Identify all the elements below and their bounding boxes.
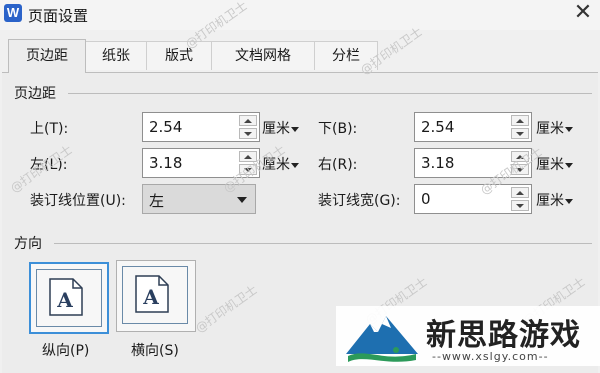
mountain-logo-icon <box>344 310 420 368</box>
right-unit-dropdown[interactable]: 厘米 <box>536 154 573 174</box>
brand-watermark: 新思路游戏 --www.xslgy.com-- <box>336 306 600 366</box>
portrait-label[interactable]: 纵向(P) <box>42 340 89 360</box>
close-icon[interactable]: ✕ <box>572 2 594 24</box>
gutter-position-select[interactable]: 左 <box>142 184 256 214</box>
gutter-width-spinner[interactable]: 0 <box>414 184 532 214</box>
caret-down-icon <box>291 126 299 132</box>
left-unit-dropdown[interactable]: 厘米 <box>262 154 299 174</box>
chevron-down-icon <box>237 197 247 203</box>
dialog-title: 页面设置 <box>28 7 89 25</box>
gutter-width-value[interactable]: 0 <box>421 190 431 208</box>
gutter-width-label: 装订线宽(G): <box>318 193 401 209</box>
spin-down-icon[interactable] <box>511 200 529 211</box>
right-margin-value[interactable]: 3.18 <box>421 154 454 172</box>
spin-down-icon[interactable] <box>239 164 257 175</box>
unit-label: 厘米 <box>262 157 290 173</box>
right-margin-spinner[interactable]: 3.18 <box>414 148 532 178</box>
unit-label: 厘米 <box>536 121 564 137</box>
bottom-margin-label: 下(B): <box>318 121 358 137</box>
spin-up-icon[interactable] <box>511 151 529 162</box>
unit-label: 厘米 <box>262 121 290 137</box>
portrait-page-icon: A <box>49 278 83 316</box>
landscape-option[interactable]: A <box>116 260 196 332</box>
landscape-label[interactable]: 横向(S) <box>131 340 179 360</box>
wps-writer-icon: W <box>4 4 22 22</box>
top-margin-label: 上(T): <box>30 121 69 137</box>
spin-up-icon[interactable] <box>511 187 529 198</box>
tab-columns[interactable]: 分栏 <box>314 41 378 70</box>
page-letter: A <box>142 285 159 309</box>
orientation-group-title: 方向 <box>14 236 42 252</box>
bottom-margin-value[interactable]: 2.54 <box>421 118 454 136</box>
brand-name: 新思路游戏 <box>426 318 581 353</box>
spin-up-icon[interactable] <box>239 115 257 126</box>
unit-label: 厘米 <box>536 157 564 173</box>
spin-down-icon[interactable] <box>511 164 529 175</box>
tab-margins[interactable]: 页边距 <box>8 39 86 73</box>
left-margin-value[interactable]: 3.18 <box>149 154 182 172</box>
caret-down-icon <box>291 162 299 168</box>
margins-divider <box>68 93 592 94</box>
brand-url: --www.xslgy.com-- <box>432 350 549 363</box>
right-margin-label: 右(R): <box>318 157 358 173</box>
page-letter: A <box>56 288 73 312</box>
gutter-position-value: 左 <box>149 192 165 210</box>
top-unit-dropdown[interactable]: 厘米 <box>262 118 299 138</box>
orientation-divider <box>54 243 592 244</box>
unit-label: 厘米 <box>536 193 564 209</box>
tab-layout[interactable]: 版式 <box>146 41 212 70</box>
spin-down-icon[interactable] <box>239 128 257 139</box>
caret-down-icon <box>565 126 573 132</box>
caret-down-icon <box>565 162 573 168</box>
left-margin-label: 左(L): <box>30 157 68 173</box>
tab-paper[interactable]: 纸张 <box>85 41 147 70</box>
spin-up-icon[interactable] <box>239 151 257 162</box>
top-margin-value[interactable]: 2.54 <box>149 118 182 136</box>
landscape-page-icon: A <box>135 275 169 313</box>
title-bar: W 页面设置 ✕ <box>0 0 600 30</box>
spin-down-icon[interactable] <box>511 128 529 139</box>
left-margin-spinner[interactable]: 3.18 <box>142 148 260 178</box>
bottom-margin-spinner[interactable]: 2.54 <box>414 112 532 142</box>
caret-down-icon <box>565 198 573 204</box>
gutter-position-label: 装订线位置(U): <box>30 193 126 209</box>
top-margin-spinner[interactable]: 2.54 <box>142 112 260 142</box>
gutter-unit-dropdown[interactable]: 厘米 <box>536 190 573 210</box>
bottom-unit-dropdown[interactable]: 厘米 <box>536 118 573 138</box>
spin-up-icon[interactable] <box>511 115 529 126</box>
portrait-option[interactable]: A <box>29 262 109 334</box>
tab-document-grid[interactable]: 文档网格 <box>211 41 315 70</box>
margins-group-title: 页边距 <box>14 86 56 102</box>
